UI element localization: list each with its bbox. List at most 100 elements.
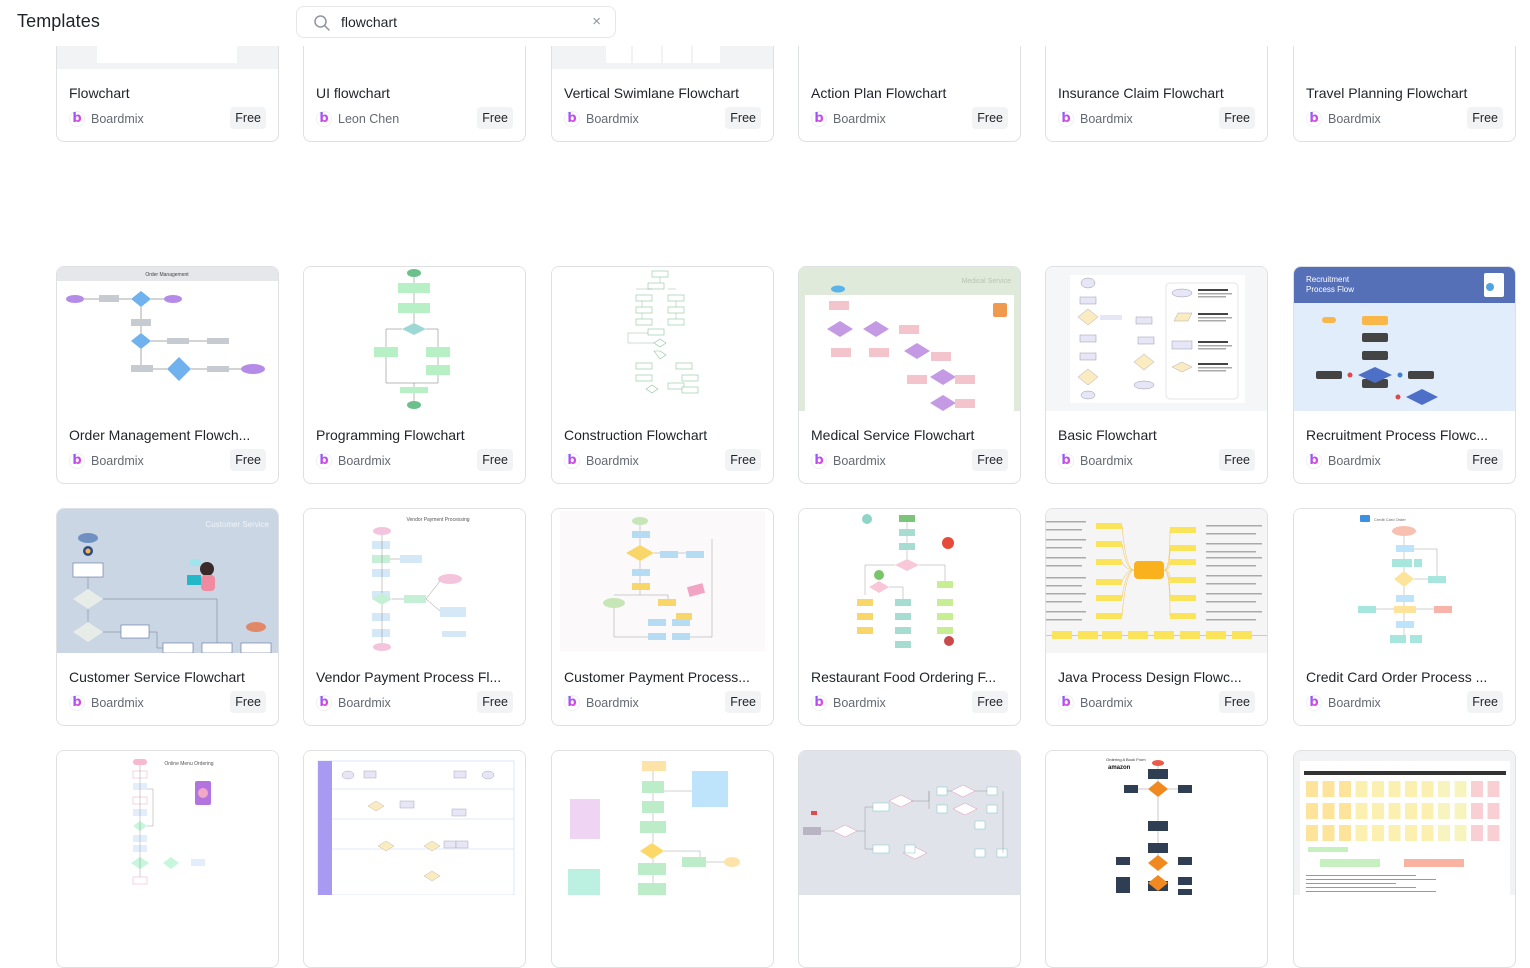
flowchart-preview-image: Customer Service [57,509,278,653]
price-badge: Free [1219,449,1255,471]
boardmix-logo-icon: b [69,453,85,469]
template-thumbnail: Recruitment Process Flow [1294,267,1515,411]
svg-text:Vendor Payment Processing: Vendor Payment Processing [406,517,469,523]
template-author: b Boardmix [811,111,886,127]
template-card[interactable]: Medical Service Medical Service Flowchar… [798,266,1021,484]
svg-text:Ordering A Book From: Ordering A Book From [1106,757,1146,762]
template-card[interactable] [551,750,774,968]
template-author: b Boardmix [69,111,144,127]
template-author: b Boardmix [564,695,639,711]
template-card[interactable]: Vendor Payment Processing Vendor Payment… [303,508,526,726]
template-title: Vertical Swimlane Flowchart [564,85,740,101]
boardmix-logo-icon: b [1058,453,1074,469]
flowchart-preview-image [1294,751,1515,895]
search-box[interactable]: × [296,6,616,38]
template-card[interactable]: Online Menu Ordering [56,750,279,968]
search-icon [314,15,330,31]
template-card[interactable]: Construction Flowchart b Boardmix Free [551,266,774,484]
template-thumbnail: Vendor Payment Processing [304,509,525,653]
template-author: b Boardmix [1058,111,1133,127]
author-name: Boardmix [586,454,639,468]
template-card[interactable]: Restaurant Food Ordering F... b Boardmix… [798,508,1021,726]
flowchart-preview-image: Recruitment Process Flow [1294,267,1515,411]
price-badge: Free [1467,107,1503,129]
template-title: Restaurant Food Ordering F... [811,669,997,685]
template-author: b Boardmix [1058,695,1133,711]
price-badge: Free [725,691,761,713]
author-name: Leon Chen [338,112,400,126]
price-badge: Free [725,107,761,129]
flowchart-preview-image [799,751,1020,895]
svg-text:Credit Card Order: Credit Card Order [1374,517,1406,522]
template-title: Action Plan Flowchart [811,85,947,101]
price-badge: Free [477,691,513,713]
boardmix-logo-icon: b [316,453,332,469]
template-author: b Leon Chen [316,111,399,127]
template-title: Recruitment Process Flowc... [1306,427,1489,443]
template-title: Customer Payment Process... [564,669,750,685]
template-title: Order Management Flowch... [69,427,251,443]
template-author: b Boardmix [564,453,639,469]
boardmix-logo-icon: b [1306,453,1322,469]
boardmix-logo-icon: b [69,111,85,127]
svg-text:Customer Service: Customer Service [205,520,269,529]
flowchart-preview-image [799,509,1020,653]
flowchart-preview-image: Online Menu Ordering [57,751,278,895]
template-card[interactable] [1293,750,1516,968]
boardmix-logo-icon: b [1306,111,1322,127]
svg-text:Process Flow: Process Flow [1306,285,1354,294]
author-name: Boardmix [1080,454,1133,468]
boardmix-logo-icon: b [564,695,580,711]
boardmix-logo-icon: b [564,453,580,469]
template-card[interactable] [303,750,526,968]
template-thumbnail [1046,509,1267,653]
price-badge: Free [230,449,266,471]
price-badge: Free [972,691,1008,713]
template-card[interactable]: Basic Flowchart b Boardmix Free [1045,266,1268,484]
template-author: b Boardmix [1306,453,1381,469]
price-badge: Free [972,449,1008,471]
template-title: Flowchart [69,85,130,101]
template-title: Java Process Design Flowc... [1058,669,1242,685]
template-card[interactable]: Ordering A Book From amazon [1045,750,1268,968]
template-card[interactable]: Credit Card Order Credit Card Order Proc… [1293,508,1516,726]
author-name: Boardmix [833,696,886,710]
template-author: b Boardmix [811,695,886,711]
flowchart-preview-image: Vendor Payment Processing [304,509,525,653]
author-name: Boardmix [91,696,144,710]
template-card[interactable]: Programming Flowchart b Boardmix Free [303,266,526,484]
boardmix-logo-icon: b [1058,695,1074,711]
template-card[interactable]: Customer Service Customer Service Flowch… [56,508,279,726]
template-thumbnail [1294,751,1515,895]
boardmix-logo-icon: b [316,111,332,127]
template-card[interactable]: Recruitment Process Flow Recruitment Pro… [1293,266,1516,484]
template-card[interactable]: Order Management Order Management Flowch… [56,266,279,484]
boardmix-logo-icon: b [811,111,827,127]
boardmix-logo-icon: b [811,453,827,469]
template-card[interactable] [798,750,1021,968]
template-title: Basic Flowchart [1058,427,1157,443]
template-thumbnail [799,509,1020,653]
clear-search-icon[interactable]: × [592,13,601,31]
flowchart-preview-image: Medical Service [799,267,1020,411]
boardmix-logo-icon: b [1306,695,1322,711]
search-input[interactable] [341,7,581,37]
template-title: Medical Service Flowchart [811,427,975,443]
template-thumbnail [1046,267,1267,411]
author-name: Boardmix [91,454,144,468]
template-title: Programming Flowchart [316,427,465,443]
template-author: b Boardmix [811,453,886,469]
author-name: Boardmix [833,112,886,126]
template-card[interactable]: Java Process Design Flowc... b Boardmix … [1045,508,1268,726]
template-author: b Boardmix [69,695,144,711]
template-title: Insurance Claim Flowchart [1058,85,1224,101]
template-thumbnail: Credit Card Order [1294,509,1515,653]
author-name: Boardmix [586,696,639,710]
template-author: b Boardmix [1058,453,1133,469]
template-card[interactable]: Customer Payment Process... b Boardmix F… [551,508,774,726]
boardmix-logo-icon: b [1058,111,1074,127]
price-badge: Free [725,449,761,471]
price-badge: Free [1219,691,1255,713]
boardmix-logo-icon: b [811,695,827,711]
flowchart-preview-image [552,751,773,895]
